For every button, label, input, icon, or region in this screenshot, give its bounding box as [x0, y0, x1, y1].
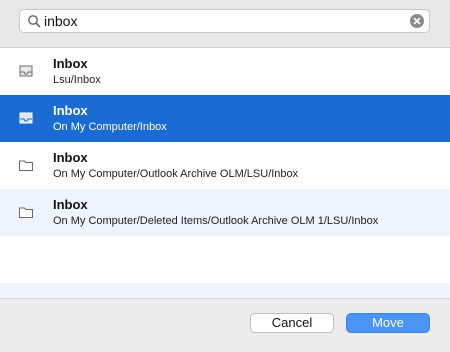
- cancel-button[interactable]: Cancel: [250, 313, 334, 333]
- move-button[interactable]: Move: [346, 313, 430, 333]
- folder-path: On My Computer/Inbox: [53, 121, 167, 133]
- list-item[interactable]: Inbox On My Computer/Outlook Archive OLM…: [0, 142, 450, 189]
- folder-path: On My Computer/Outlook Archive OLM/LSU/I…: [53, 168, 299, 180]
- list-item[interactable]: Inbox Lsu/Inbox: [0, 48, 450, 95]
- inbox-tray-icon: [19, 65, 33, 77]
- folder-name: Inbox: [53, 197, 88, 212]
- inbox-tray-icon: [19, 112, 33, 124]
- clear-icon[interactable]: [410, 14, 424, 28]
- folder-icon: [19, 207, 33, 218]
- empty-alternating-row: [0, 283, 450, 298]
- search-icon: [28, 15, 41, 28]
- folder-path: On My Computer/Deleted Items/Outlook Arc…: [53, 215, 379, 227]
- search-input[interactable]: [44, 11, 404, 31]
- folder-name: Inbox: [53, 103, 88, 118]
- folder-name: Inbox: [53, 150, 88, 165]
- folder-results-list: Inbox Lsu/Inbox Inbox On My Computer/Inb…: [0, 48, 450, 298]
- search-field[interactable]: [19, 9, 430, 33]
- list-item[interactable]: Inbox On My Computer/Deleted Items/Outlo…: [0, 189, 450, 236]
- folder-path: Lsu/Inbox: [53, 74, 101, 86]
- search-bar-area: [0, 0, 450, 48]
- folder-icon: [19, 160, 33, 171]
- list-item-selected[interactable]: Inbox On My Computer/Inbox: [0, 95, 450, 142]
- dialog-footer: Cancel Move: [0, 298, 450, 352]
- folder-name: Inbox: [53, 56, 88, 71]
